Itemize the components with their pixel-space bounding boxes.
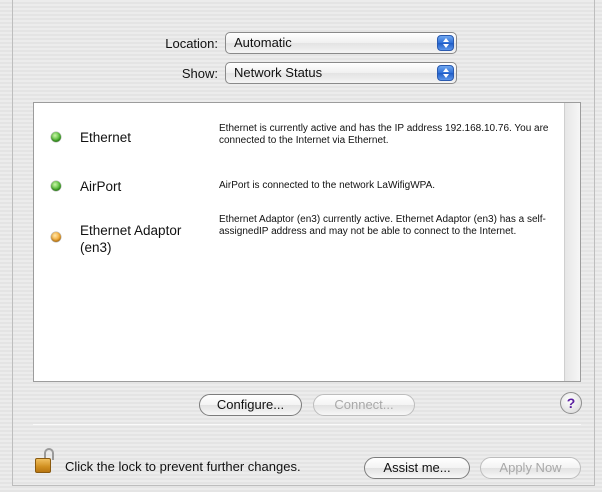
list-item-ethernet[interactable]: Ethernet Ethernet is currently active an… xyxy=(34,121,564,161)
show-popup[interactable]: Network Status xyxy=(225,62,457,84)
assist-me-button[interactable]: Assist me... xyxy=(364,457,470,479)
help-button[interactable]: ? xyxy=(560,392,582,414)
status-yellow-icon xyxy=(51,232,61,242)
connect-button[interactable]: Connect... xyxy=(313,394,415,416)
popup-arrows-icon xyxy=(437,35,454,51)
service-name: AirPort xyxy=(80,179,122,194)
show-label: Show: xyxy=(181,66,218,81)
show-value: Network Status xyxy=(234,65,323,80)
popup-arrows-icon xyxy=(437,65,454,81)
location-value: Automatic xyxy=(234,35,292,50)
configure-button[interactable]: Configure... xyxy=(199,394,302,416)
lock-label: Click the lock to prevent further change… xyxy=(65,459,301,474)
divider xyxy=(33,424,581,425)
service-description: Ethernet Adaptor (en3) currently active.… xyxy=(219,214,546,237)
status-green-icon xyxy=(51,181,61,191)
apply-now-button[interactable]: Apply Now xyxy=(480,457,581,479)
list-item-ethernet-adaptor[interactable]: Ethernet Adaptor (en3) Ethernet Adaptor … xyxy=(34,211,564,261)
service-description: AirPort is connected to the network LaWi… xyxy=(219,180,436,191)
service-description: Ethernet is currently active and has the… xyxy=(219,123,549,146)
location-popup[interactable]: Automatic xyxy=(225,32,457,54)
lock-icon[interactable] xyxy=(35,448,57,474)
lock-body xyxy=(35,458,51,473)
scrollbar[interactable] xyxy=(564,103,580,381)
location-label: Location: xyxy=(165,36,218,51)
network-status-list[interactable]: Ethernet Ethernet is currently active an… xyxy=(33,102,581,382)
service-name: Ethernet Adaptor (en3) xyxy=(80,223,182,255)
status-green-icon xyxy=(51,132,61,142)
list-item-airport[interactable]: AirPort AirPort is connected to the netw… xyxy=(34,173,564,197)
service-name: Ethernet xyxy=(80,130,132,145)
